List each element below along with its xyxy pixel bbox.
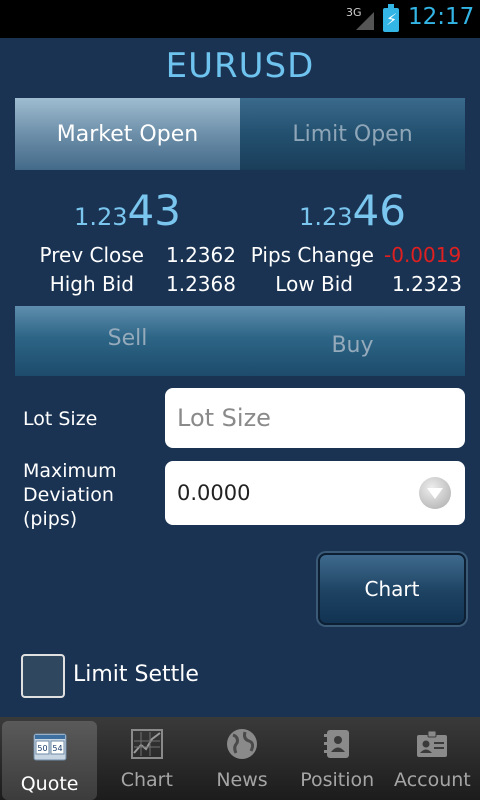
globe-icon — [227, 729, 257, 759]
status-bar: 3G ⚡ 12:17 — [0, 0, 480, 38]
high-bid-value: 1.2368 — [166, 272, 236, 296]
pips-change-value: -0.0019 — [384, 243, 462, 267]
signal-icon — [356, 12, 374, 30]
buy-button[interactable]: Buy — [240, 306, 465, 376]
max-deviation-label: Maximum Deviation (pips) — [23, 459, 117, 531]
ask-price: 1.2346 — [240, 186, 465, 235]
max-deviation-label-line1: Maximum — [23, 460, 117, 482]
nav-quote[interactable]: 50 54 Quote — [2, 721, 98, 800]
account-icon — [417, 730, 448, 757]
bid-price-prefix: 1.23 — [74, 203, 128, 231]
nav-position[interactable]: Position — [290, 717, 385, 800]
nav-news-label: News — [216, 769, 268, 791]
nav-account[interactable]: Account — [385, 717, 480, 800]
high-bid-label: High Bid — [49, 272, 134, 296]
max-deviation-label-line2: Deviation — [23, 484, 114, 506]
lot-size-input[interactable] — [165, 388, 465, 448]
nav-chart-label: Chart — [120, 769, 173, 791]
trade-buttons: Sell Buy — [15, 306, 465, 376]
pips-change-label: Pips Change — [250, 243, 374, 267]
bottom-nav: 50 54 Quote Chart News Position Account — [0, 717, 480, 800]
limit-settle-label: Limit Settle — [73, 662, 199, 687]
page-title: EURUSD — [165, 46, 315, 86]
bid-price: 1.2343 — [15, 186, 240, 235]
chevron-down-icon[interactable] — [419, 477, 451, 509]
prev-close-value: 1.2362 — [166, 243, 236, 267]
nav-news[interactable]: News — [194, 717, 289, 800]
battery-icon: ⚡ — [383, 4, 399, 32]
chart-button[interactable]: Chart — [318, 553, 466, 625]
svg-text:50: 50 — [37, 744, 47, 753]
nav-account-label: Account — [394, 769, 471, 791]
nav-quote-label: Quote — [20, 773, 79, 795]
max-deviation-select[interactable]: 0.0000 — [165, 461, 465, 525]
chart-icon — [130, 729, 163, 759]
low-bid-label: Low Bid — [275, 272, 353, 296]
clock: 12:17 — [408, 4, 475, 30]
limit-settle-checkbox[interactable] — [21, 654, 65, 698]
order-type-tabs: Market Open Limit Open — [15, 98, 465, 170]
prev-close-label: Prev Close — [39, 243, 144, 267]
sell-button[interactable]: Sell — [15, 306, 240, 376]
nav-chart[interactable]: Chart — [99, 717, 194, 800]
max-deviation-value: 0.0000 — [177, 481, 251, 505]
ask-price-pips: 46 — [352, 186, 406, 235]
nav-position-label: Position — [300, 769, 375, 791]
ask-price-prefix: 1.23 — [299, 203, 353, 231]
lot-size-label: Lot Size — [23, 408, 98, 430]
position-icon — [324, 730, 350, 758]
svg-text:54: 54 — [52, 744, 62, 753]
quote-icon: 50 54 — [33, 733, 67, 761]
tab-limit-open[interactable]: Limit Open — [240, 98, 465, 170]
max-deviation-label-line3: (pips) — [23, 508, 78, 530]
low-bid-value: 1.2323 — [392, 272, 462, 296]
tab-market-open[interactable]: Market Open — [15, 98, 240, 170]
bid-price-pips: 43 — [127, 186, 181, 235]
